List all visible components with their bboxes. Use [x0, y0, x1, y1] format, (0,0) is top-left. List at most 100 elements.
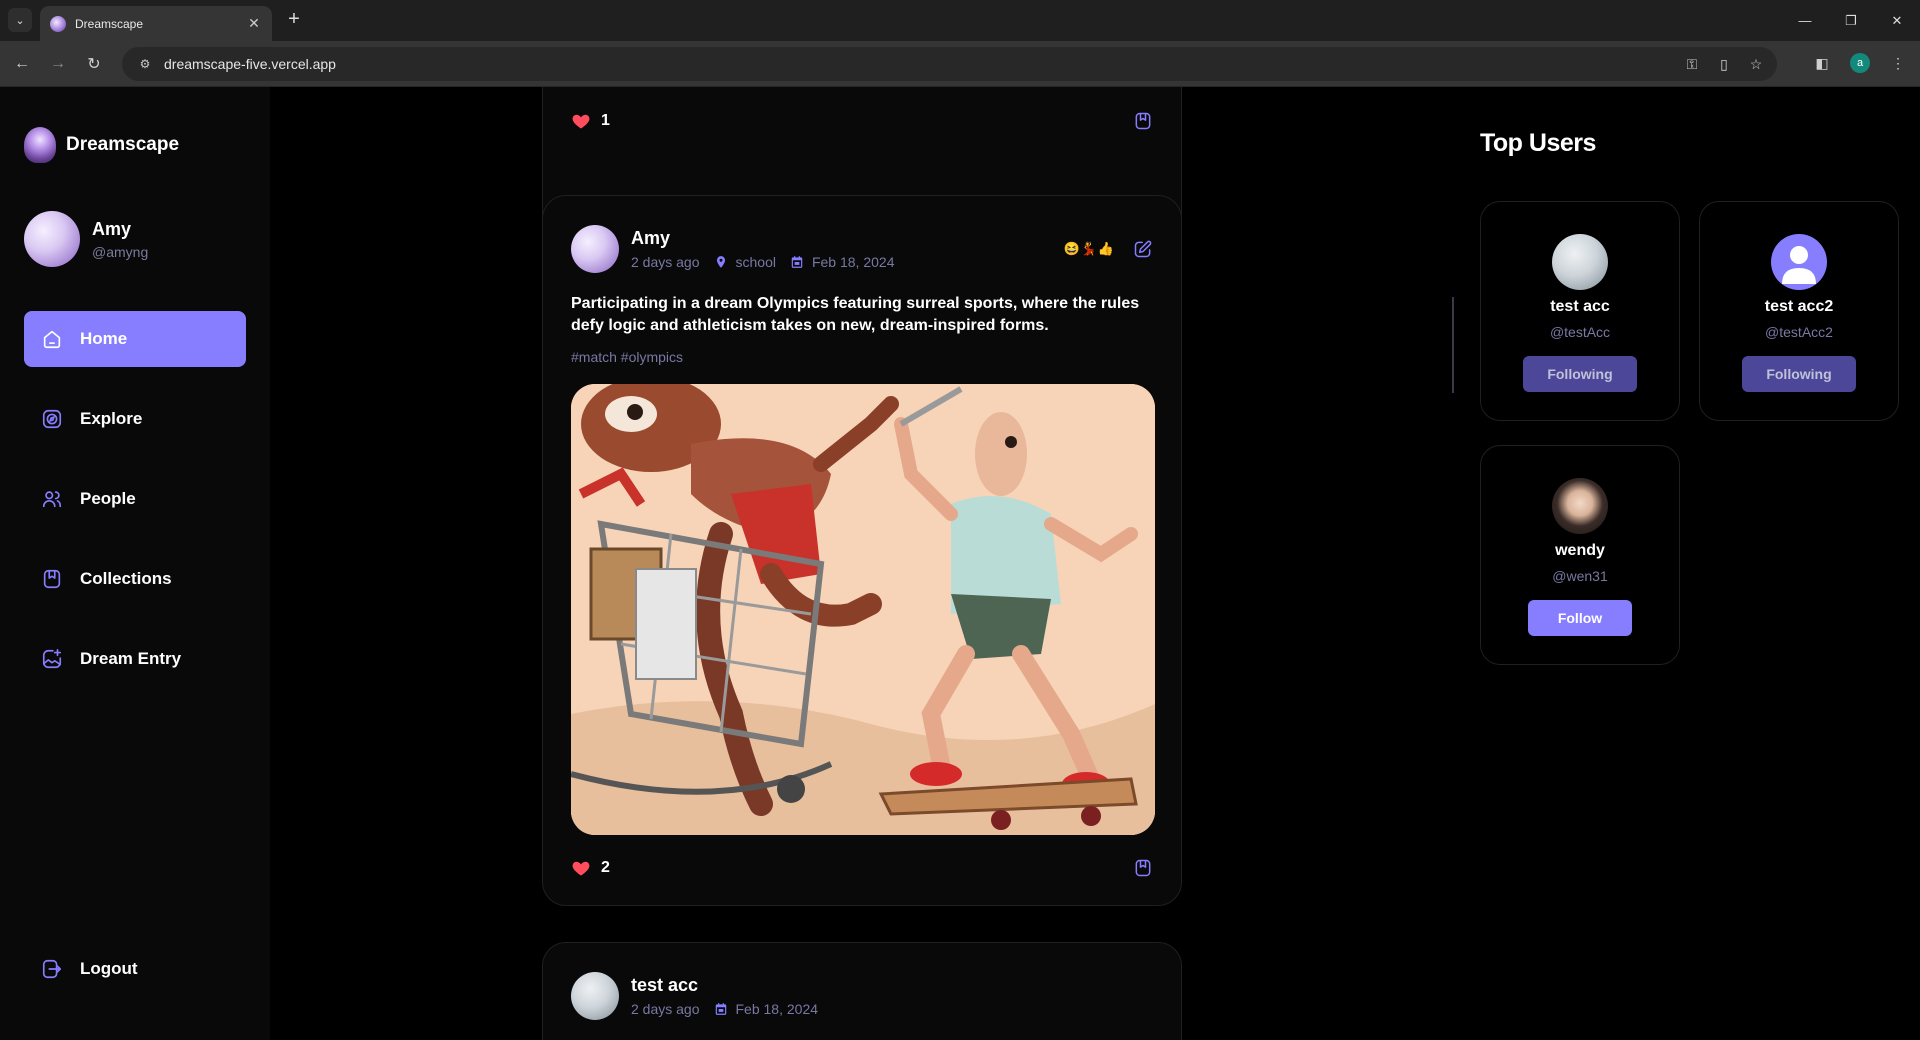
url-text[interactable]: dreamscape-five.vercel.app: [164, 56, 1683, 72]
back-icon[interactable]: ←: [10, 52, 34, 76]
logout-label: Logout: [80, 959, 138, 978]
user-name: wendy: [1555, 542, 1605, 559]
new-tab-button[interactable]: +: [282, 8, 306, 32]
profile-name: Amy: [92, 218, 132, 239]
post-location: school: [735, 254, 776, 270]
post-time: 2 days ago: [631, 254, 700, 270]
image-add-icon: [40, 647, 64, 671]
user-handle: @testAcc2: [1765, 324, 1833, 340]
save-bookmark-icon[interactable]: [1133, 858, 1153, 878]
post-card: Amy 2 days ago school Feb 18, 2024 😆💃👍 P…: [542, 195, 1182, 906]
default-user-icon: [1771, 234, 1827, 290]
dream-olympics-illustration: [571, 384, 1155, 835]
brand-name: Dreamscape: [66, 134, 180, 155]
brand-logo-icon: [24, 127, 56, 163]
nav-item-collections[interactable]: Collections: [24, 551, 246, 607]
avatar: [1552, 234, 1608, 290]
heart-icon[interactable]: [571, 858, 591, 878]
avatar: [1552, 478, 1608, 534]
user-name: test acc: [1550, 298, 1610, 315]
close-tab-icon[interactable]: ✕: [246, 15, 262, 32]
bookmark-star-icon[interactable]: ☆: [1747, 55, 1765, 73]
post-meta: 2 days ago Feb 18, 2024: [631, 1001, 818, 1017]
current-user-profile[interactable]: Amy @amyng: [24, 211, 148, 267]
post-date: Feb 18, 2024: [811, 254, 895, 270]
follow-button[interactable]: Follow: [1527, 600, 1633, 636]
post-header: Amy 2 days ago school Feb 18, 2024 😆💃👍: [571, 224, 1153, 274]
logout-button[interactable]: Logout: [24, 941, 246, 997]
post-tags: #match #olympics: [571, 349, 684, 365]
tab-search-button[interactable]: ⌄: [8, 8, 32, 32]
left-sidebar: Dreamscape Amy @amyng Home Explore Peopl…: [0, 87, 270, 1040]
user-card[interactable]: test acc @testAcc Following: [1480, 201, 1680, 421]
brand[interactable]: Dreamscape: [24, 127, 179, 163]
window-controls: — ❐ ✕: [1782, 0, 1920, 41]
post-date: Feb 18, 2024: [735, 1001, 819, 1017]
post-stats: 1: [571, 111, 1153, 131]
page-icon[interactable]: ▯: [1715, 55, 1733, 73]
browser-toolbar: ← → ↻ ⚙ dreamscape-five.vercel.app ⚿ ▯ ☆…: [0, 41, 1920, 87]
heart-icon[interactable]: [571, 111, 591, 131]
like-count: 2: [601, 859, 610, 876]
dreamscape-favicon-icon: [50, 15, 66, 32]
app-root: Dreamscape Amy @amyng Home Explore Peopl…: [0, 87, 1920, 1040]
like-count: 1: [601, 112, 610, 129]
avatar: [24, 211, 80, 267]
side-panel-icon[interactable]: ◧: [1812, 53, 1832, 73]
more-menu-icon[interactable]: ⋮: [1888, 53, 1908, 73]
password-key-icon[interactable]: ⚿: [1683, 55, 1701, 73]
top-users-title: Top Users: [1480, 129, 1596, 157]
close-window-icon[interactable]: ✕: [1874, 0, 1920, 41]
post-meta: 2 days ago school Feb 18, 2024: [631, 254, 894, 270]
post-caption: Participating in a dream Olympics featur…: [571, 295, 1140, 334]
post-header: test acc 2 days ago Feb 18, 2024: [571, 971, 1153, 1021]
site-info-icon[interactable]: ⚙: [136, 55, 154, 73]
nav-item-dream-entry[interactable]: Dream Entry: [24, 631, 246, 687]
main-nav: Home Explore People Collections Dream En…: [24, 311, 246, 711]
post-author[interactable]: test acc: [631, 975, 818, 996]
post-stats: 2: [571, 858, 1153, 878]
people-icon: [40, 487, 64, 511]
save-bookmark-icon[interactable]: [1133, 111, 1153, 131]
like-group: 2: [571, 858, 610, 878]
tab-title: Dreamscape: [75, 16, 144, 31]
browser-tab-bar: ⌄ Dreamscape ✕ + — ❐ ✕: [0, 0, 1920, 41]
home-icon: [40, 327, 64, 351]
forward-icon[interactable]: →: [46, 52, 70, 76]
nav-item-home[interactable]: Home: [24, 311, 246, 367]
nav-item-explore[interactable]: Explore: [24, 391, 246, 447]
logout-icon: [40, 957, 64, 981]
user-card[interactable]: wendy @wen31 Follow: [1480, 445, 1680, 665]
address-bar[interactable]: ⚙ dreamscape-five.vercel.app ⚿ ▯ ☆: [122, 47, 1777, 81]
following-button[interactable]: Following: [1523, 356, 1637, 392]
calendar-icon: [715, 1003, 726, 1015]
nav-label: People: [80, 489, 136, 508]
post-image[interactable]: [571, 384, 1155, 835]
reload-icon[interactable]: ↻: [82, 52, 106, 76]
nav-label: Collections: [80, 569, 172, 588]
avatar[interactable]: [571, 972, 619, 1020]
profile-handle: @amyng: [92, 243, 149, 260]
browser-tab[interactable]: Dreamscape ✕: [40, 6, 272, 41]
avatar[interactable]: [571, 225, 619, 273]
nav-label: Explore: [80, 409, 143, 428]
user-handle: @testAcc: [1549, 324, 1611, 340]
post-author[interactable]: Amy: [631, 228, 894, 249]
following-button[interactable]: Following: [1742, 356, 1856, 392]
post-emojis: 😆💃👍: [1063, 241, 1115, 256]
minimize-icon[interactable]: —: [1782, 0, 1828, 41]
like-group: 1: [571, 111, 610, 131]
calendar-icon: [791, 256, 803, 268]
post-card: test acc 2 days ago Feb 18, 2024: [542, 942, 1182, 1040]
user-card[interactable]: test acc2 @testAcc2 Following: [1699, 201, 1899, 421]
restore-icon[interactable]: ❐: [1828, 0, 1874, 41]
bookmark-icon: [40, 567, 64, 591]
nav-item-people[interactable]: People: [24, 471, 246, 527]
nav-label: Home: [80, 329, 128, 348]
post-time: 2 days ago: [631, 1001, 700, 1017]
home-feed: 1 Amy 2 days ago school Feb 18, 2024 😆💃👍…: [270, 87, 1454, 1040]
edit-icon[interactable]: [1133, 239, 1153, 259]
user-name: test acc2: [1764, 298, 1834, 315]
profile-avatar-icon[interactable]: a: [1850, 53, 1870, 73]
explore-icon: [40, 407, 64, 431]
